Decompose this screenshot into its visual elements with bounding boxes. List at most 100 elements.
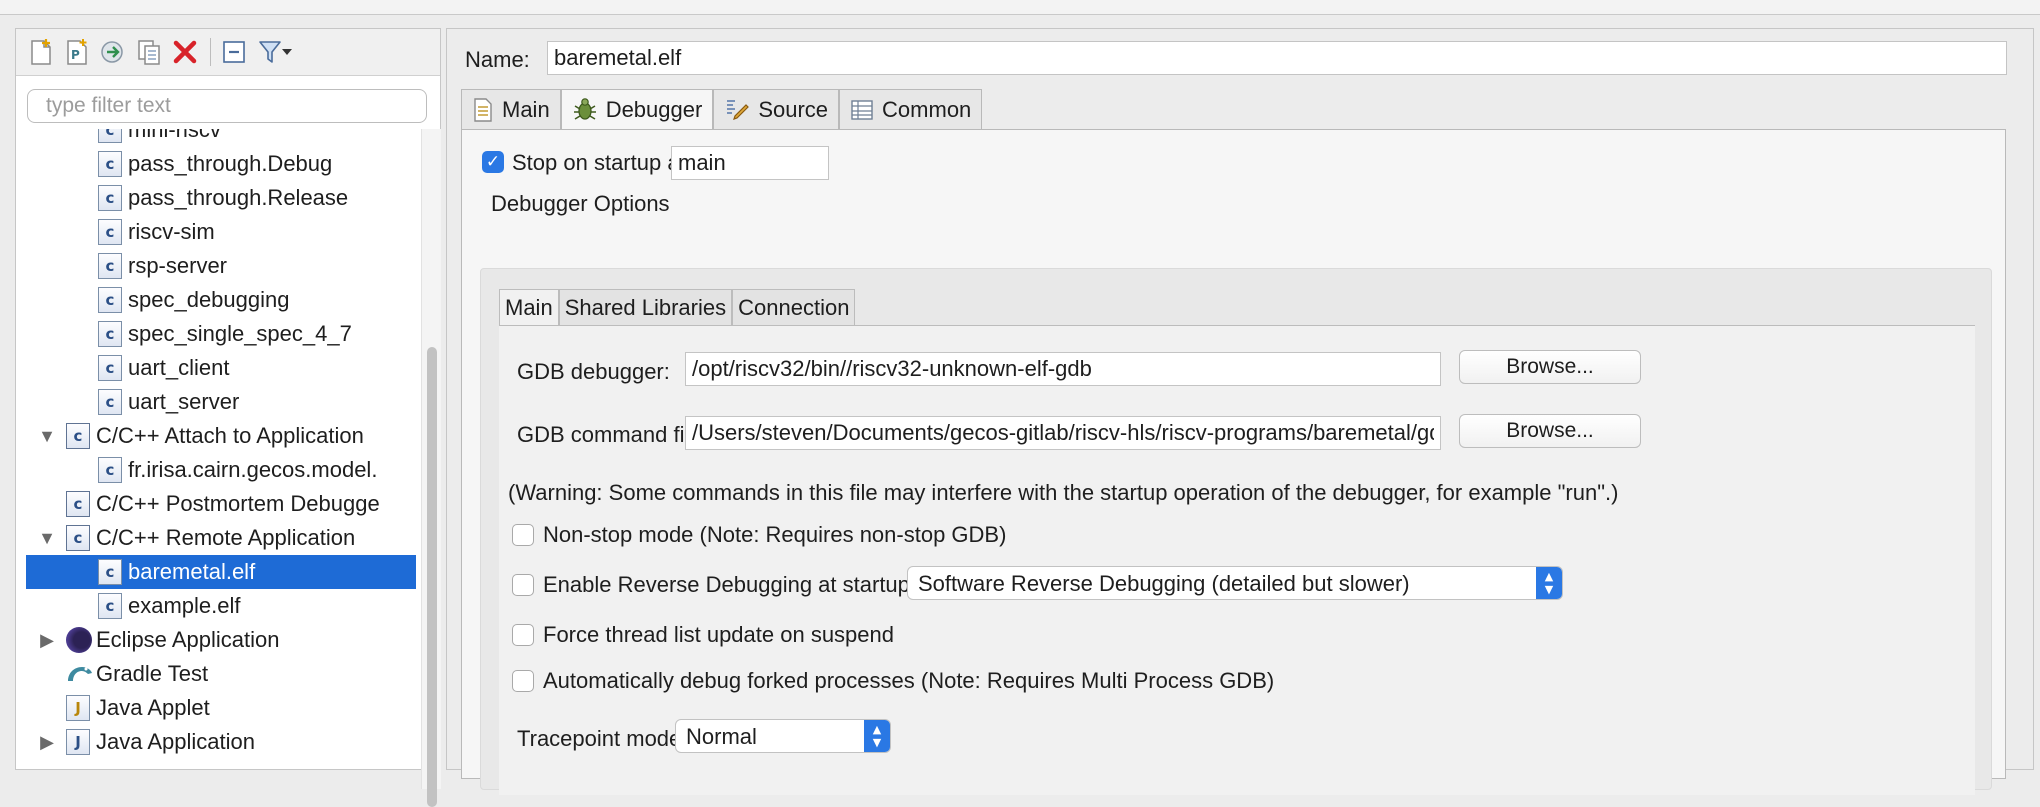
force-thread-label: Force thread list update on suspend (543, 622, 895, 647)
tree-item[interactable]: ▼ c C/C++ Attach to Application (26, 419, 416, 453)
c-launch-config-icon: c (98, 129, 122, 143)
tracepoint-mode-value: Normal (686, 724, 757, 749)
auto-forked-label: Automatically debug forked processes (No… (543, 668, 1275, 693)
new-configuration-icon[interactable] (26, 37, 56, 67)
tab-source[interactable]: Source (713, 89, 840, 129)
tab-common[interactable]: Common (839, 89, 983, 129)
svg-text:P: P (71, 48, 80, 62)
tree-item-label: baremetal.elf (128, 559, 256, 584)
tree-item[interactable]: Gradle Test (26, 657, 416, 691)
subtab-shared-libraries[interactable]: Shared Libraries (558, 289, 733, 325)
tracepoint-mode-select[interactable]: Normal ▲ ▼ (675, 719, 891, 753)
c-launch-config-icon: c (98, 457, 122, 483)
tree-item[interactable]: c uart_client (26, 351, 416, 385)
tree-item-label: example.elf (128, 593, 241, 618)
tree-item[interactable]: c pass_through.Release (26, 181, 416, 215)
stop-on-startup-label: Stop on startup at: (512, 150, 692, 175)
tree-item-label: pass_through.Release (128, 185, 349, 210)
gdb-debugger-label: GDB debugger: (517, 359, 670, 384)
tree-item[interactable]: c C/C++ Postmortem Debugge (26, 487, 416, 521)
gdb-debugger-input[interactable] (685, 352, 1441, 386)
tree-item[interactable]: J Java Applet (26, 691, 416, 725)
delete-icon[interactable] (170, 37, 200, 67)
debugger-options-group: Main Shared Libraries Connection GDB deb… (480, 268, 1992, 795)
tree-item-label: spec_single_spec_4_7 (128, 321, 352, 346)
tab-main[interactable]: Main (461, 89, 561, 129)
tree-item-label: uart_client (128, 355, 230, 380)
configurations-toolbar: P (16, 29, 440, 76)
collapsed-twisty-icon[interactable]: ▶ (36, 629, 58, 651)
tree-item[interactable]: c mini-riscv (26, 129, 416, 147)
stop-on-startup-input[interactable] (671, 146, 829, 180)
tree-item-label: rsp-server (128, 253, 228, 278)
toolbar-separator (210, 38, 211, 66)
tree-item-label: mini-riscv (128, 129, 221, 142)
export-icon[interactable] (98, 37, 128, 67)
c-launch-config-icon: c (98, 321, 122, 347)
tree-item[interactable]: c pass_through.Debug (26, 147, 416, 181)
expanded-twisty-icon[interactable]: ▼ (36, 425, 58, 447)
c-launch-config-icon: c (98, 355, 122, 381)
tree-scrollbar[interactable] (421, 129, 441, 807)
tree-item-label: C/C++ Attach to Application (96, 423, 364, 448)
subtab-connection[interactable]: Connection (732, 289, 856, 325)
tree-item[interactable]: c uart_server (26, 385, 416, 419)
tree-item[interactable]: c spec_single_spec_4_7 (26, 317, 416, 351)
duplicate-icon[interactable] (134, 37, 164, 67)
expanded-twisty-icon[interactable]: ▼ (36, 527, 58, 549)
eclipse-app-icon (66, 627, 92, 653)
stop-on-startup-checkbox[interactable]: ✓ (482, 151, 504, 173)
tree-item[interactable]: c example.elf (26, 589, 416, 623)
tab-common-label: Common (882, 96, 972, 122)
filter-input[interactable] (27, 89, 427, 123)
debugger-option-tabs: Main Shared Libraries Connection (499, 289, 856, 325)
reverse-debugging-checkbox[interactable] (512, 574, 534, 596)
tree-item-label: Java Application (96, 729, 255, 754)
gdb-debugger-browse-button[interactable]: Browse... (1459, 350, 1641, 384)
tab-debugger[interactable]: Debugger (560, 89, 714, 129)
tree-item-label: uart_server (128, 389, 240, 414)
name-input[interactable] (547, 41, 2007, 75)
gdb-command-file-browse-button[interactable]: Browse... (1459, 414, 1641, 448)
tree-item[interactable]: c baremetal.elf (26, 555, 416, 589)
tab-main-label: Main (502, 96, 550, 122)
tree-item-label: C/C++ Postmortem Debugge (96, 491, 380, 516)
tree-item-label: C/C++ Remote Application (96, 525, 356, 550)
tree-item[interactable]: ▶ J Java Application (26, 725, 416, 759)
non-stop-checkbox[interactable] (512, 524, 534, 546)
bug-icon (573, 97, 596, 120)
source-icon (727, 99, 750, 120)
reverse-debugging-select[interactable]: Software Reverse Debugging (detailed but… (907, 566, 1563, 600)
tree-item-label: Gradle Test (96, 661, 209, 686)
subtab-connection-label: Connection (738, 294, 850, 320)
new-prototype-icon[interactable]: P (62, 37, 92, 67)
c-launch-config-icon: c (98, 287, 122, 313)
gdb-command-file-label: GDB command file: (517, 422, 708, 447)
tree-item[interactable]: c spec_debugging (26, 283, 416, 317)
tree-item[interactable]: ▶ Eclipse Application (26, 623, 416, 657)
tree-item[interactable]: ▼ c C/C++ Remote Application (26, 521, 416, 555)
gdb-command-file-input[interactable] (685, 416, 1441, 450)
collapsed-twisty-icon[interactable]: ▶ (36, 731, 58, 753)
subtab-main[interactable]: Main (499, 289, 559, 325)
view-menu-icon[interactable] (278, 37, 296, 67)
java-applet-icon: J (66, 695, 90, 721)
tree-item-label: fr.irisa.cairn.gecos.model. (128, 457, 378, 482)
select-arrows-icon: ▲ ▼ (864, 720, 890, 752)
window-top-strip (0, 0, 2040, 15)
tree-item-label: riscv-sim (128, 219, 215, 244)
tree-item-label: Java Applet (96, 695, 210, 720)
tree-item[interactable]: c riscv-sim (26, 215, 416, 249)
command-file-warning: (Warning: Some commands in this file may… (508, 480, 1619, 505)
c-launch-config-icon: c (98, 559, 122, 585)
collapse-all-icon[interactable] (219, 37, 249, 67)
tree-item[interactable]: c fr.irisa.cairn.gecos.model. (26, 453, 416, 487)
debugger-main-options: GDB debugger: Browse... GDB command file… (499, 325, 1975, 795)
tree-item-label: pass_through.Debug (128, 151, 333, 176)
auto-forked-checkbox[interactable] (512, 670, 534, 692)
tree-item-label: spec_debugging (128, 287, 290, 312)
c-launch-config-icon: c (98, 185, 122, 211)
tree-item[interactable]: c rsp-server (26, 249, 416, 283)
scrollbar-thumb[interactable] (427, 347, 437, 807)
force-thread-checkbox[interactable] (512, 624, 534, 646)
